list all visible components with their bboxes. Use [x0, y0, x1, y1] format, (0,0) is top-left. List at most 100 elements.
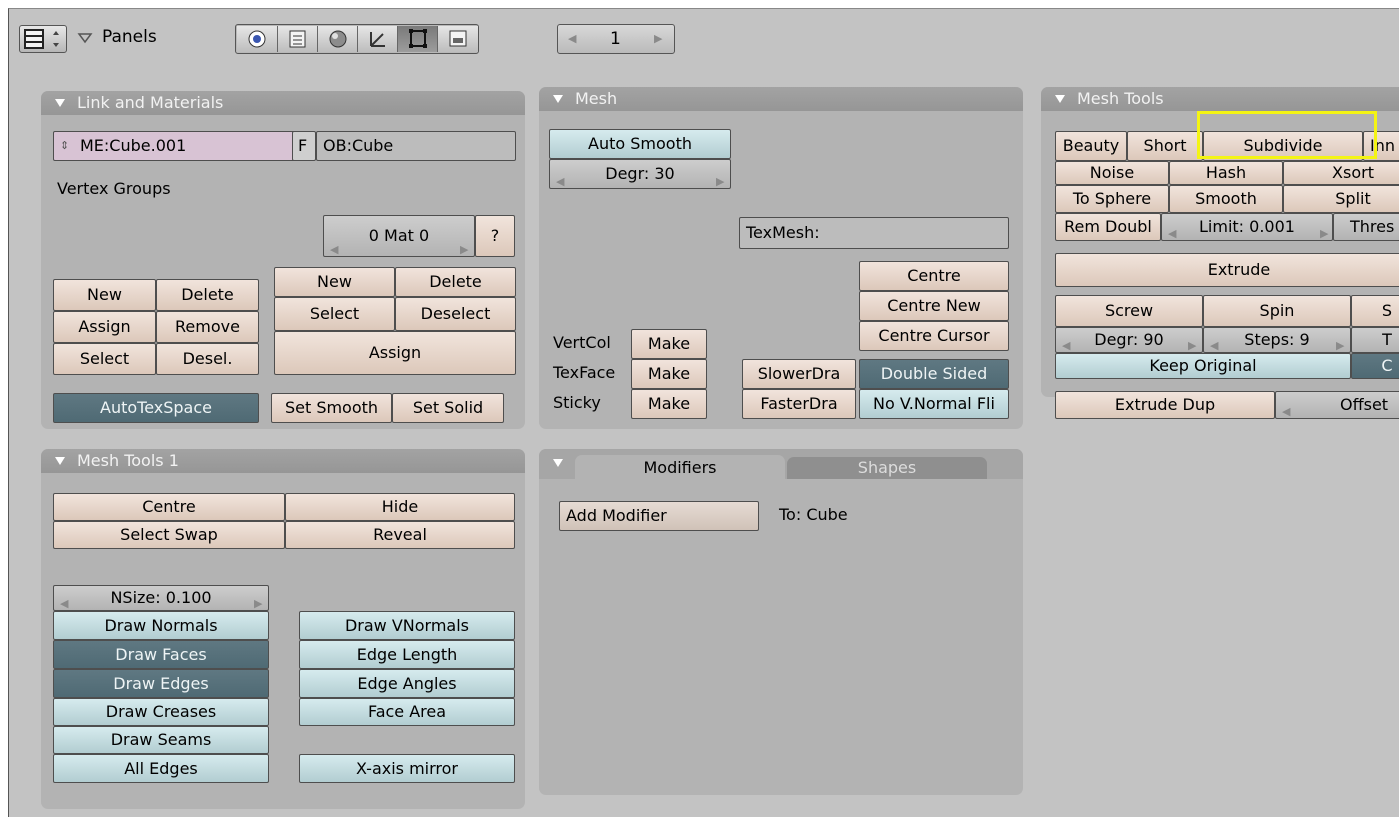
context-buttons [235, 24, 479, 54]
threshold-field[interactable]: Thres [1333, 213, 1399, 241]
all-edges-toggle[interactable]: All Edges [53, 754, 269, 783]
normal-size-field[interactable]: ◀ NSize: 0.100 ▶ [53, 585, 269, 611]
scene-icon[interactable] [437, 26, 478, 52]
material-help-button[interactable]: ? [475, 215, 515, 257]
vgroup-assign-button[interactable]: Assign [53, 311, 156, 343]
spin-dup-button[interactable]: S [1351, 295, 1399, 327]
collapse-triangle-icon[interactable] [553, 459, 563, 467]
material-assign-button[interactable]: Assign [274, 331, 516, 375]
sticky-make-button[interactable]: Make [631, 389, 707, 419]
faster-draw-button[interactable]: FasterDra [742, 389, 856, 419]
material-delete-button[interactable]: Delete [395, 267, 516, 297]
draw-vnormals-toggle[interactable]: Draw VNormals [299, 611, 515, 640]
to-sphere-button[interactable]: To Sphere [1055, 185, 1169, 213]
left-arrow-icon: ◀ [1282, 405, 1291, 418]
draw-normals-toggle[interactable]: Draw Normals [53, 611, 269, 640]
texface-make-button[interactable]: Make [631, 359, 707, 389]
object-icon[interactable] [357, 26, 397, 52]
material-select-button[interactable]: Select [274, 297, 395, 331]
texmesh-field[interactable]: TexMesh: [739, 217, 1009, 249]
split-button[interactable]: Split [1283, 185, 1399, 213]
extrude-dup-button[interactable]: Extrude Dup [1055, 391, 1275, 419]
face-area-toggle[interactable]: Face Area [299, 698, 515, 726]
edge-angles-toggle[interactable]: Edge Angles [299, 669, 515, 698]
vgroup-deselect-button[interactable]: Desel. [156, 343, 259, 375]
short-toggle[interactable]: Short [1127, 131, 1203, 161]
extrude-button[interactable]: Extrude [1055, 253, 1399, 287]
double-sided-toggle[interactable]: Double Sided [859, 359, 1009, 389]
draw-creases-toggle[interactable]: Draw Creases [53, 698, 269, 726]
centre-view-button[interactable]: Centre [53, 493, 285, 521]
texface-label: TexFace [553, 363, 616, 382]
collapse-triangle-icon[interactable] [77, 31, 93, 45]
panel-header[interactable]: Mesh Tools [1041, 87, 1399, 111]
centre-cursor-button[interactable]: Centre Cursor [859, 321, 1009, 351]
clockwise-toggle[interactable]: C [1351, 353, 1399, 379]
set-solid-button[interactable]: Set Solid [392, 393, 504, 423]
add-modifier-menu[interactable]: Add Modifier [559, 501, 759, 531]
window-type-menu[interactable] [19, 25, 67, 53]
vgroup-remove-button[interactable]: Remove [156, 311, 259, 343]
shading-icon[interactable] [317, 26, 357, 52]
editing-icon[interactable] [397, 26, 437, 52]
screw-button[interactable]: Screw [1055, 295, 1203, 327]
frame-number-field[interactable]: ◀ 1 ▶ [557, 24, 675, 54]
panel-title: Mesh Tools 1 [77, 451, 179, 470]
left-arrow-icon: ◀ [330, 243, 339, 256]
slower-draw-button[interactable]: SlowerDra [742, 359, 856, 389]
auto-smooth-toggle[interactable]: Auto Smooth [549, 129, 731, 159]
set-smooth-button[interactable]: Set Smooth [271, 393, 392, 423]
object-name-field[interactable]: OB:Cube [316, 131, 516, 161]
material-index-field[interactable]: ◀ 0 Mat 0 ▶ [323, 215, 475, 257]
select-swap-button[interactable]: Select Swap [53, 521, 285, 549]
remove-doubles-button[interactable]: Rem Doubl [1055, 213, 1161, 241]
draw-seams-toggle[interactable]: Draw Seams [53, 726, 269, 754]
smooth-button[interactable]: Smooth [1169, 185, 1283, 213]
draw-faces-toggle[interactable]: Draw Faces [53, 640, 269, 669]
turns-field[interactable]: T [1351, 327, 1399, 353]
script-icon[interactable] [277, 26, 317, 52]
noise-button[interactable]: Noise [1055, 161, 1169, 185]
right-arrow-icon: ▶ [460, 243, 469, 256]
vgroup-delete-button[interactable]: Delete [156, 279, 259, 311]
centre-button[interactable]: Centre [859, 261, 1009, 291]
autotexspace-toggle[interactable]: AutoTexSpace [53, 393, 259, 423]
right-arrow-icon: ▶ [254, 597, 263, 610]
centre-new-button[interactable]: Centre New [859, 291, 1009, 321]
hide-button[interactable]: Hide [285, 493, 515, 521]
spin-button[interactable]: Spin [1203, 295, 1351, 327]
collapse-triangle-icon [55, 99, 65, 107]
panel-header[interactable]: Mesh Tools 1 [41, 449, 525, 473]
panels-label: Panels [102, 27, 157, 47]
fake-user-button[interactable]: F [292, 131, 316, 161]
right-arrow-icon: ▶ [1188, 339, 1197, 352]
tab-shapes[interactable]: Shapes [787, 457, 987, 479]
limit-value: Limit: 0.001 [1199, 217, 1295, 236]
material-deselect-button[interactable]: Deselect [395, 297, 516, 331]
no-vnormal-flip-toggle[interactable]: No V.Normal Fli [859, 389, 1009, 419]
panel-header[interactable]: Mesh [539, 87, 1023, 111]
keep-original-toggle[interactable]: Keep Original [1055, 353, 1351, 379]
vgroup-select-button[interactable]: Select [53, 343, 156, 375]
left-arrow-icon: ◀ [568, 32, 577, 45]
logic-icon[interactable] [237, 26, 277, 52]
vgroup-new-button[interactable]: New [53, 279, 156, 311]
tab-modifiers[interactable]: Modifiers [575, 455, 785, 481]
steps-field[interactable]: ◀ Steps: 9 ▶ [1203, 327, 1351, 353]
left-arrow-icon: ◀ [1062, 339, 1071, 352]
spin-degree-field[interactable]: ◀ Degr: 90 ▶ [1055, 327, 1203, 353]
vertcol-make-button[interactable]: Make [631, 329, 707, 359]
draw-edges-toggle[interactable]: Draw Edges [53, 669, 269, 698]
offset-field[interactable]: ◀ Offset [1275, 391, 1399, 419]
edge-length-toggle[interactable]: Edge Length [299, 640, 515, 669]
material-new-button[interactable]: New [274, 267, 395, 297]
mesh-datablock-field[interactable]: ⇕ ME:Cube.001 [53, 131, 315, 161]
panel-header[interactable]: Link and Materials [41, 91, 525, 115]
hash-button[interactable]: Hash [1169, 161, 1283, 185]
xsort-button[interactable]: Xsort [1283, 161, 1399, 185]
x-axis-mirror-toggle[interactable]: X-axis mirror [299, 754, 515, 783]
beauty-toggle[interactable]: Beauty [1055, 131, 1127, 161]
reveal-button[interactable]: Reveal [285, 521, 515, 549]
smooth-degree-field[interactable]: ◀ Degr: 30 ▶ [549, 159, 731, 189]
limit-field[interactable]: ◀ Limit: 0.001 ▶ [1161, 213, 1333, 241]
